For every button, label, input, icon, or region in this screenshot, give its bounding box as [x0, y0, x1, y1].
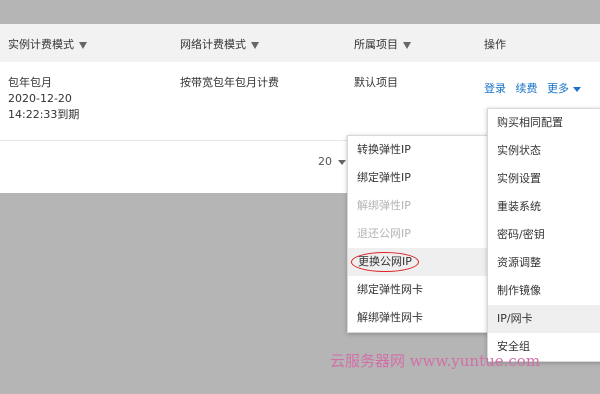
column-header-label: 网络计费模式	[180, 38, 246, 51]
menu-item-bind-eip[interactable]: 绑定弹性IP	[348, 164, 488, 192]
chevron-down-icon	[573, 86, 581, 92]
expire-time: 14:22:33到期	[8, 108, 80, 121]
ip-submenu: 转换弹性IP 绑定弹性IP 解绑弹性IP 退还公网IP 更换公网IP 绑定弹性网…	[347, 135, 489, 333]
actions-cell: 登录 续费 更多	[484, 81, 581, 97]
menu-item-reinstall-system[interactable]: 重装系统	[488, 193, 600, 221]
column-header-actions: 操作	[484, 36, 506, 52]
menu-item-password-key[interactable]: 密码/密钥	[488, 221, 600, 249]
column-header-network-billing[interactable]: 网络计费模式	[180, 36, 259, 52]
menu-item-create-image[interactable]: 制作镜像	[488, 277, 600, 305]
menu-item-ip-nic[interactable]: IP/网卡	[488, 305, 600, 333]
more-dropdown[interactable]: 更多	[547, 82, 581, 95]
chevron-down-icon	[338, 159, 346, 165]
more-label: 更多	[547, 82, 569, 95]
page-size-value: 20	[318, 155, 332, 168]
menu-item-bind-eni[interactable]: 绑定弹性网卡	[348, 276, 488, 304]
menu-item-return-public-ip: 退还公网IP	[357, 227, 411, 240]
filter-icon[interactable]	[251, 41, 259, 49]
project-cell: 默认项目	[354, 76, 398, 89]
menu-item-instance-status[interactable]: 实例状态	[488, 137, 600, 165]
highlight-circle: 更换公网IP	[351, 252, 419, 272]
login-link[interactable]: 登录	[484, 82, 506, 95]
column-header-label: 实例计费模式	[8, 38, 74, 51]
network-billing-cell: 按带宽包年包月计费	[180, 76, 279, 89]
column-header-project[interactable]: 所属项目	[354, 36, 411, 52]
billing-mode-cell: 包年包月 2020-12-20 14:22:33到期	[8, 75, 79, 123]
menu-item-buy-same-config[interactable]: 购买相同配置	[488, 109, 600, 137]
filter-icon[interactable]	[79, 41, 87, 49]
table-header: 实例计费模式 网络计费模式 所属项目 操作	[0, 24, 600, 63]
column-header-label: 操作	[484, 38, 506, 51]
expire-date: 2020-12-20	[8, 92, 72, 105]
renew-link[interactable]: 续费	[516, 82, 538, 95]
menu-item-instance-settings[interactable]: 实例设置	[488, 165, 600, 193]
page-size-select[interactable]: 20	[318, 155, 346, 168]
column-header-instance-billing[interactable]: 实例计费模式	[8, 36, 87, 52]
billing-mode: 包年包月	[8, 76, 52, 89]
filter-icon[interactable]	[403, 41, 411, 49]
watermark: 云服务器网 www.yuntue.com	[330, 352, 541, 370]
menu-item-change-public-ip[interactable]: 更换公网IP	[348, 248, 488, 276]
menu-item-unbind-eni[interactable]: 解绑弹性网卡	[348, 304, 488, 332]
menu-item-resource-adjust[interactable]: 资源调整	[488, 249, 600, 277]
column-header-label: 所属项目	[354, 38, 398, 51]
menu-item-unbind-eip: 解绑弹性IP	[357, 199, 411, 212]
menu-item-convert-eip[interactable]: 转换弹性IP	[348, 136, 488, 164]
more-menu: 购买相同配置 实例状态 实例设置 重装系统 密码/密钥 资源调整 制作镜像 IP…	[487, 108, 600, 362]
